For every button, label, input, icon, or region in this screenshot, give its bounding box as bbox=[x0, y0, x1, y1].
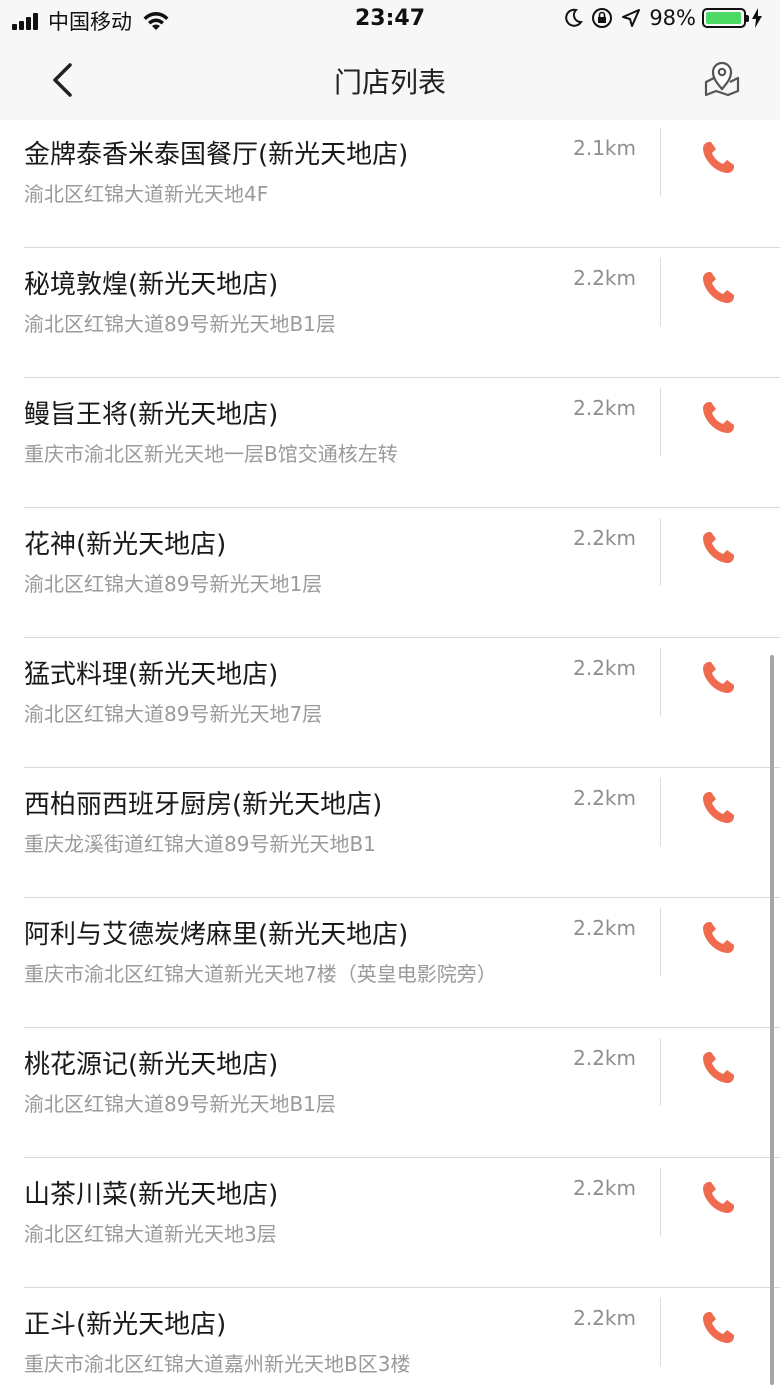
store-row[interactable]: 金牌泰香米泰国餐厅(新光天地店) 渝北区红锦大道新光天地4F 2.1km bbox=[0, 120, 780, 248]
phone-icon[interactable] bbox=[698, 1308, 738, 1348]
store-address: 重庆龙溪街道红锦大道89号新光天地B1 bbox=[24, 832, 376, 856]
store-distance: 2.2km bbox=[573, 396, 636, 420]
phone-icon[interactable] bbox=[698, 398, 738, 438]
battery-icon bbox=[702, 8, 749, 28]
store-name: 正斗(新光天地店) bbox=[24, 1310, 227, 1340]
phone-icon[interactable] bbox=[698, 528, 738, 568]
store-address: 重庆市渝北区新光天地一层B馆交通核左转 bbox=[24, 442, 398, 466]
phone-icon[interactable] bbox=[698, 918, 738, 958]
store-row[interactable]: 西柏丽西班牙厨房(新光天地店) 重庆龙溪街道红锦大道89号新光天地B1 2.2k… bbox=[0, 768, 780, 898]
phone-icon[interactable] bbox=[698, 1178, 738, 1218]
battery-tip bbox=[746, 15, 749, 22]
store-address: 渝北区红锦大道89号新光天地B1层 bbox=[24, 1092, 336, 1116]
moon-icon bbox=[565, 8, 584, 27]
store-address: 渝北区红锦大道89号新光天地7层 bbox=[24, 702, 323, 726]
store-name: 山茶川菜(新光天地店) bbox=[24, 1180, 279, 1210]
store-address: 重庆市渝北区红锦大道新光天地7楼（英皇电影院旁） bbox=[24, 962, 497, 986]
row-separator bbox=[660, 258, 661, 326]
row-separator bbox=[660, 1038, 661, 1106]
status-right: 98% bbox=[563, 6, 770, 30]
store-distance: 2.2km bbox=[573, 1306, 636, 1330]
battery-level bbox=[706, 12, 741, 24]
store-name: 秘境敦煌(新光天地店) bbox=[24, 270, 279, 300]
store-address: 渝北区红锦大道89号新光天地B1层 bbox=[24, 312, 336, 336]
row-separator bbox=[660, 1298, 661, 1366]
row-separator bbox=[660, 908, 661, 976]
charging-icon bbox=[752, 8, 762, 28]
store-distance: 2.2km bbox=[573, 266, 636, 290]
store-distance: 2.2km bbox=[573, 916, 636, 940]
store-row[interactable]: 桃花源记(新光天地店) 渝北区红锦大道89号新光天地B1层 2.2km bbox=[0, 1028, 780, 1158]
store-row[interactable]: 猛式料理(新光天地店) 渝北区红锦大道89号新光天地7层 2.2km bbox=[0, 638, 780, 768]
row-separator bbox=[660, 778, 661, 846]
row-separator bbox=[660, 648, 661, 716]
store-name: 阿利与艾德炭烤麻里(新光天地店) bbox=[24, 920, 409, 950]
store-distance: 2.2km bbox=[573, 526, 636, 550]
status-bar: 中国移动 23:47 98% bbox=[0, 0, 780, 40]
navigation-bar: 门店列表 bbox=[0, 40, 780, 120]
store-name: 西柏丽西班牙厨房(新光天地店) bbox=[24, 790, 383, 820]
row-separator bbox=[660, 128, 661, 196]
page-title: 门店列表 bbox=[333, 66, 446, 99]
store-name: 鳗旨王将(新光天地店) bbox=[24, 400, 279, 430]
phone-icon[interactable] bbox=[698, 788, 738, 828]
store-distance: 2.2km bbox=[573, 656, 636, 680]
row-separator bbox=[660, 1168, 661, 1236]
store-row[interactable]: 鳗旨王将(新光天地店) 重庆市渝北区新光天地一层B馆交通核左转 2.2km bbox=[0, 378, 780, 508]
store-distance: 2.2km bbox=[573, 1176, 636, 1200]
store-list[interactable]: 金牌泰香米泰国餐厅(新光天地店) 渝北区红锦大道新光天地4F 2.1km 秘境敦… bbox=[0, 120, 780, 1387]
phone-icon[interactable] bbox=[698, 1048, 738, 1088]
store-address: 渝北区红锦大道新光天地4F bbox=[24, 182, 269, 206]
store-name: 金牌泰香米泰国餐厅(新光天地店) bbox=[24, 140, 409, 170]
phone-icon[interactable] bbox=[698, 658, 738, 698]
store-address: 重庆市渝北区红锦大道嘉州新光天地B区3楼 bbox=[24, 1352, 411, 1376]
location-arrow-icon bbox=[622, 9, 641, 27]
battery-percent: 98% bbox=[649, 6, 696, 30]
row-separator bbox=[660, 388, 661, 456]
store-row[interactable]: 阿利与艾德炭烤麻里(新光天地店) 重庆市渝北区红锦大道新光天地7楼（英皇电影院旁… bbox=[0, 898, 780, 1028]
scrollbar[interactable] bbox=[770, 655, 774, 1385]
phone-icon[interactable] bbox=[698, 268, 738, 308]
store-address: 渝北区红锦大道89号新光天地1层 bbox=[24, 572, 323, 596]
store-name: 猛式料理(新光天地店) bbox=[24, 660, 279, 690]
store-row[interactable]: 山茶川菜(新光天地店) 渝北区红锦大道新光天地3层 2.2km bbox=[0, 1158, 780, 1288]
phone-icon[interactable] bbox=[698, 138, 738, 178]
store-address: 渝北区红锦大道新光天地3层 bbox=[24, 1222, 277, 1246]
store-name: 花神(新光天地店) bbox=[24, 530, 227, 560]
rotation-lock-icon bbox=[592, 8, 613, 28]
store-row[interactable]: 花神(新光天地店) 渝北区红锦大道89号新光天地1层 2.2km bbox=[0, 508, 780, 638]
store-distance: 2.2km bbox=[573, 1046, 636, 1070]
store-name: 桃花源记(新光天地店) bbox=[24, 1050, 279, 1080]
store-row[interactable]: 正斗(新光天地店) 重庆市渝北区红锦大道嘉州新光天地B区3楼 2.2km bbox=[0, 1288, 780, 1387]
store-row[interactable]: 秘境敦煌(新光天地店) 渝北区红锦大道89号新光天地B1层 2.2km bbox=[0, 248, 780, 378]
row-separator bbox=[660, 518, 661, 586]
map-pin-icon[interactable] bbox=[702, 58, 742, 98]
store-distance: 2.1km bbox=[573, 136, 636, 160]
store-distance: 2.2km bbox=[573, 786, 636, 810]
